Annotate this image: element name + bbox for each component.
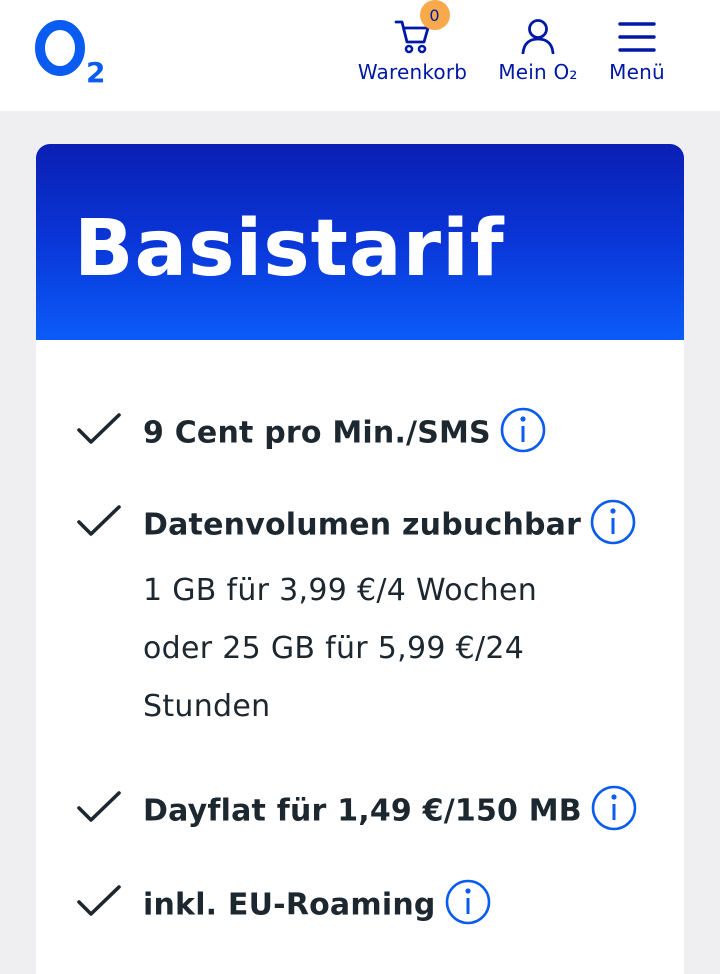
feature-title: 9 Cent pro Min./SMS [143,407,547,454]
info-icon[interactable] [590,784,638,832]
hamburger-icon [618,12,656,54]
info-icon[interactable] [589,498,637,546]
cart-nav-button[interactable]: 0 Warenkorb [355,0,470,84]
tariff-card-header: Basistarif [36,144,684,340]
cart-icon: 0 [394,0,450,54]
check-icon [77,505,121,536]
svg-text:2: 2 [86,56,105,89]
check-icon [77,413,121,444]
menu-nav-button[interactable]: Menü [604,12,670,84]
feature-title: Datenvolumen zubuchbar [143,499,637,546]
o2-logo[interactable]: 2 [34,20,114,90]
feature-title-text: inkl. EU-Roaming [143,887,436,923]
feature-title: Dayflat für 1,49 €/150 MB [143,785,638,832]
feature-title-text: 9 Cent pro Min./SMS [143,415,491,451]
user-icon [520,12,556,54]
menu-label: Menü [609,60,665,84]
feature-title: inkl. EU-Roaming [143,879,492,926]
cart-count-badge: 0 [419,0,450,30]
info-icon[interactable] [444,878,492,926]
feature-title-text: Datenvolumen zubuchbar [143,507,582,543]
account-label: Mein O₂ [498,60,578,84]
feature-title-text: Dayflat für 1,49 €/150 MB [143,793,582,829]
check-icon [77,885,121,916]
top-header: 2 0 Warenkorb Mein O₂ Menü [0,0,720,111]
check-icon [77,791,121,822]
cart-label: Warenkorb [357,60,468,84]
info-icon[interactable] [499,406,547,454]
tariff-card: Basistarif 9 Cent pro Min./SMS Datenvolu… [36,144,684,974]
tariff-title: Basistarif [74,204,505,294]
account-nav-button[interactable]: Mein O₂ [493,12,583,84]
feature-description: 1 GB für 3,99 €/4 Wochen oder 25 GB für … [143,573,538,724]
